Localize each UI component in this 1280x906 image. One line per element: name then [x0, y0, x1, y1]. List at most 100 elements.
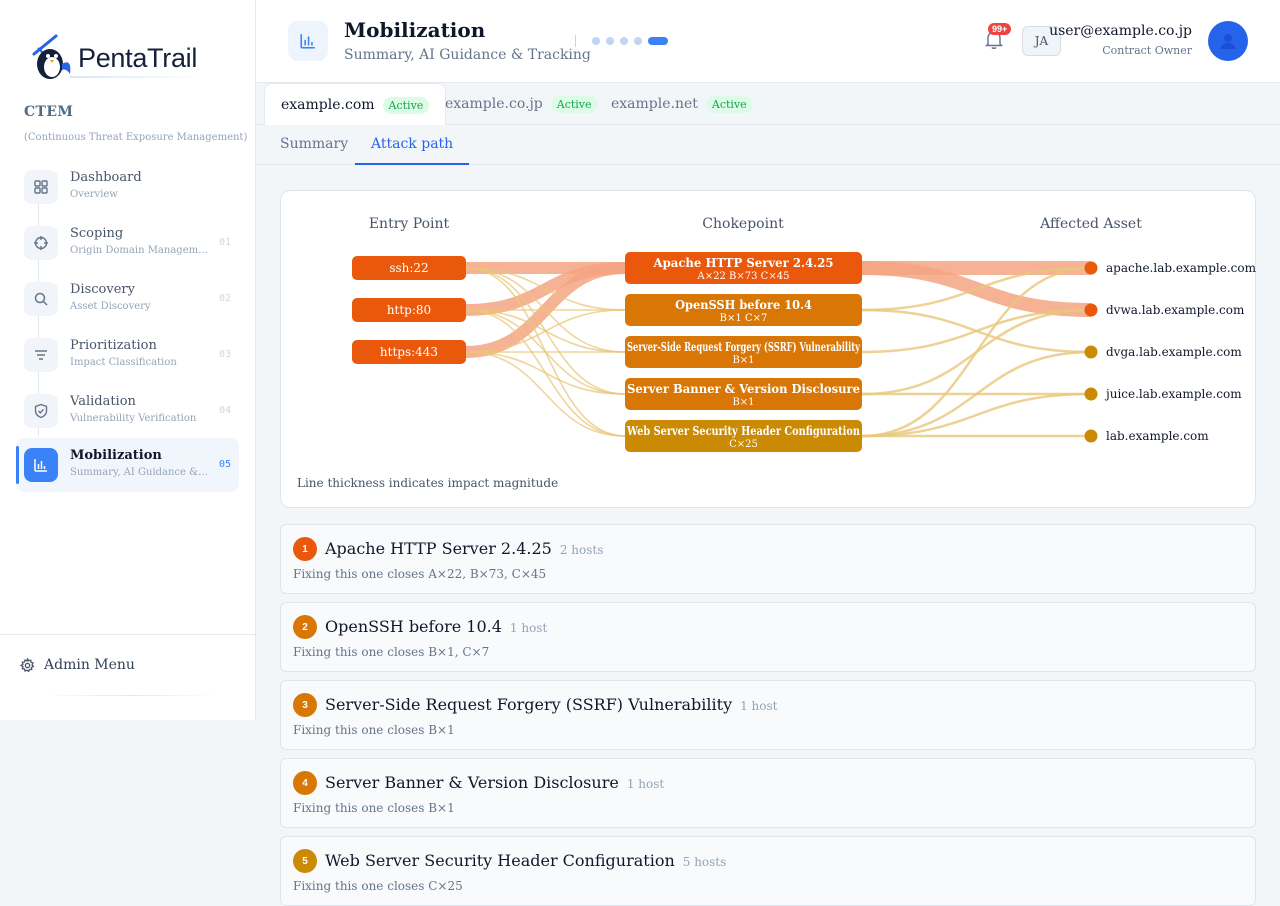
asset-node[interactable]	[1084, 429, 1098, 443]
chokepoint-title: Server Banner & Version Disclosure	[627, 382, 860, 396]
sidebar-item-prioritization[interactable]: Prioritization Impact Classification 03	[16, 328, 239, 382]
fix-description: Fixing this one closes C×25	[293, 879, 463, 893]
step-number: 02	[218, 293, 231, 304]
tab-domain-example-co-jp[interactable]: example.co.jp Active	[429, 83, 614, 125]
user-role: Contract Owner	[1102, 44, 1192, 57]
fix-card[interactable]: 4 Server Banner & Version Disclosure 1 hos…	[280, 758, 1256, 828]
fix-title-text: OpenSSH before 10.4	[325, 617, 502, 636]
sidebar-item-mobilization[interactable]: Mobilization Summary, AI Guidance & Trac…	[16, 438, 239, 492]
sidebar-item-label: Dashboard	[70, 170, 142, 185]
attack-path-graph: Entry Point Chokepoint Affected Asset ss…	[352, 216, 1257, 452]
step-dot[interactable]	[634, 37, 642, 45]
step-number: 05	[218, 459, 231, 470]
grid-icon	[24, 170, 58, 204]
fix-title-text: Server Banner & Version Disclosure	[325, 773, 619, 792]
sidebar-item-label: Validation	[70, 394, 136, 409]
section-title: CTEM	[24, 104, 74, 120]
attack-path-chart: Entry Point Chokepoint Affected Asset ss…	[280, 190, 1257, 508]
asset-node[interactable]	[1084, 261, 1098, 275]
asset-label: dvwa.lab.example.com	[1106, 303, 1245, 317]
fix-title-text: Apache HTTP Server 2.4.25	[325, 539, 552, 558]
page-subtitle: Summary, AI Guidance & Tracking	[344, 47, 591, 63]
step-dot-active[interactable]	[648, 37, 668, 45]
fix-card[interactable]: 2 OpenSSH before 10.4 1 host Fixing this on…	[280, 602, 1256, 672]
chokepoint-title: Server-Side Request Forgery (SSRF) Vulne…	[627, 340, 861, 354]
logo-underline	[70, 76, 204, 78]
priority-badge: 1	[293, 537, 317, 561]
status-badge: Active	[550, 95, 598, 113]
step-progress-dots	[592, 37, 668, 45]
host-count: 1 host	[509, 621, 548, 635]
sidebar-item-label: Scoping	[70, 226, 124, 241]
divider	[40, 695, 220, 696]
asset-node[interactable]	[1084, 345, 1098, 359]
fix-card[interactable]: 1 Apache HTTP Server 2.4.25 2 hosts Fixing …	[280, 524, 1256, 594]
tab-domain-example-com[interactable]: example.com Active	[264, 83, 447, 126]
fix-title-text: Web Server Security Header Configuration	[325, 851, 675, 870]
search-icon	[24, 282, 58, 316]
priority-badge: 2	[293, 615, 317, 639]
step-number: 03	[218, 349, 231, 360]
sidebar-item-desc: Summary, AI Guidance & Tracking	[70, 467, 210, 478]
user-email: user@example.co.jp	[1049, 23, 1192, 39]
sidebar-item-desc: Origin Domain Management	[70, 245, 210, 256]
asset-label: dvga.lab.example.com	[1106, 345, 1242, 359]
divider	[575, 35, 576, 47]
tab-attack-path[interactable]: Attack path	[355, 125, 470, 165]
domain-tab-label: example.net	[611, 96, 698, 112]
fix-description: Fixing this one closes B×1	[293, 801, 455, 815]
bar-chart-icon	[288, 21, 328, 61]
asset-label: lab.example.com	[1106, 429, 1209, 443]
step-dot[interactable]	[606, 37, 614, 45]
fix-card[interactable]: 5 Web Server Security Header Configuratio…	[280, 836, 1256, 906]
target-icon	[24, 226, 58, 260]
sidebar-item-desc: Impact Classification	[70, 357, 177, 368]
sidebar-item-validation[interactable]: Validation Vulnerability Verification 04	[16, 384, 239, 438]
logo[interactable]: PentaTrail	[28, 34, 197, 82]
entry-node-label: http:80	[387, 303, 431, 317]
chokepoint-detail: B×1	[732, 397, 754, 408]
sidebar-item-label: Prioritization	[70, 338, 157, 353]
sidebar-item-discovery[interactable]: Discovery Asset Discovery 02	[16, 272, 239, 326]
view-tabs: Summary Attack path	[256, 125, 1280, 165]
admin-section: Admin Menu	[0, 634, 255, 720]
avatar[interactable]	[1208, 21, 1248, 61]
host-count: 2 hosts	[559, 543, 604, 557]
fix-title: Server-Side Request Forgery (SSRF) Vulne…	[325, 695, 778, 714]
page-title: Mobilization	[344, 18, 486, 42]
asset-node[interactable]	[1084, 303, 1098, 317]
tab-summary[interactable]: Summary	[264, 125, 364, 165]
sidebar-item-dashboard[interactable]: Dashboard Overview	[16, 160, 239, 214]
host-count: 5 hosts	[682, 855, 727, 869]
step-number: 04	[218, 405, 231, 416]
host-count: 1 host	[626, 777, 665, 791]
chokepoint-title: Web Server Security Header Configuration	[626, 424, 860, 438]
shield-check-icon	[24, 394, 58, 428]
gear-icon	[20, 657, 35, 672]
sidebar-item-desc: Asset Discovery	[70, 301, 151, 312]
step-dot[interactable]	[592, 37, 600, 45]
fix-title: Server Banner & Version Disclosure 1 host	[325, 773, 664, 792]
asset-node[interactable]	[1084, 387, 1098, 401]
page-header: Mobilization Summary, AI Guidance & Trac…	[256, 0, 1280, 83]
fix-title: Apache HTTP Server 2.4.25 2 hosts	[325, 539, 603, 558]
admin-menu-button[interactable]: Admin Menu	[20, 657, 135, 673]
step-dot[interactable]	[620, 37, 628, 45]
fix-card[interactable]: 3 Server-Side Request Forgery (SSRF) Vuln…	[280, 680, 1256, 750]
fix-description: Fixing this one closes A×22, B×73, C×45	[293, 567, 547, 581]
priority-badge: 5	[293, 849, 317, 873]
sidebar-item-scoping[interactable]: Scoping Origin Domain Management 01	[16, 216, 239, 270]
sidebar-item-label: Discovery	[70, 282, 135, 297]
tab-domain-example-net[interactable]: example.net Active	[595, 83, 769, 125]
chokepoint-detail: C×25	[729, 439, 758, 450]
domain-tabs: example.com Active example.co.jp Active …	[256, 83, 1280, 126]
notification-badge: 99+	[988, 23, 1012, 35]
bar-chart-icon	[24, 448, 58, 482]
admin-menu-label: Admin Menu	[44, 657, 135, 673]
fix-description: Fixing this one closes B×1	[293, 723, 455, 737]
step-number: 01	[218, 237, 231, 248]
filter-icon	[24, 338, 58, 372]
sidebar-item-label: Mobilization	[70, 448, 162, 463]
fix-description: Fixing this one closes B×1, C×7	[293, 645, 490, 659]
chart-note: Line thickness indicates impact magnitud…	[297, 476, 559, 490]
